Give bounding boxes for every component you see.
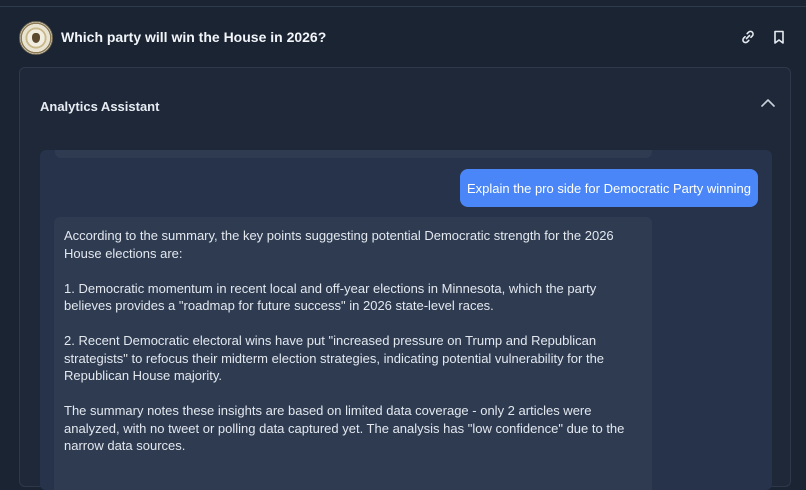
assistant-paragraph: 2. Recent Democratic electoral wins have…: [64, 333, 605, 383]
chevron-up-icon[interactable]: [760, 96, 776, 108]
market-header: Which party will win the House in 2026?: [0, 7, 806, 67]
assistant-paragraph: The summary notes these insights are bas…: [64, 403, 625, 453]
user-message: Explain the pro side for Democratic Part…: [460, 169, 758, 207]
previous-message: [55, 150, 652, 158]
panel-title: Analytics Assistant: [40, 99, 160, 114]
assistant-paragraph: According to the summary, the key points…: [64, 228, 614, 261]
link-icon[interactable]: [740, 29, 756, 45]
analytics-assistant-panel: Analytics Assistant Explain the pro side…: [19, 67, 791, 490]
bookmark-icon[interactable]: [771, 29, 787, 45]
page-title: Which party will win the House in 2026?: [61, 29, 327, 45]
assistant-message: According to the summary, the key points…: [54, 217, 652, 490]
assistant-paragraph: 1. Democratic momentum in recent local a…: [64, 280, 597, 314]
house-seal-icon: [19, 21, 53, 55]
chat-transcript[interactable]: Explain the pro side for Democratic Part…: [40, 150, 772, 490]
